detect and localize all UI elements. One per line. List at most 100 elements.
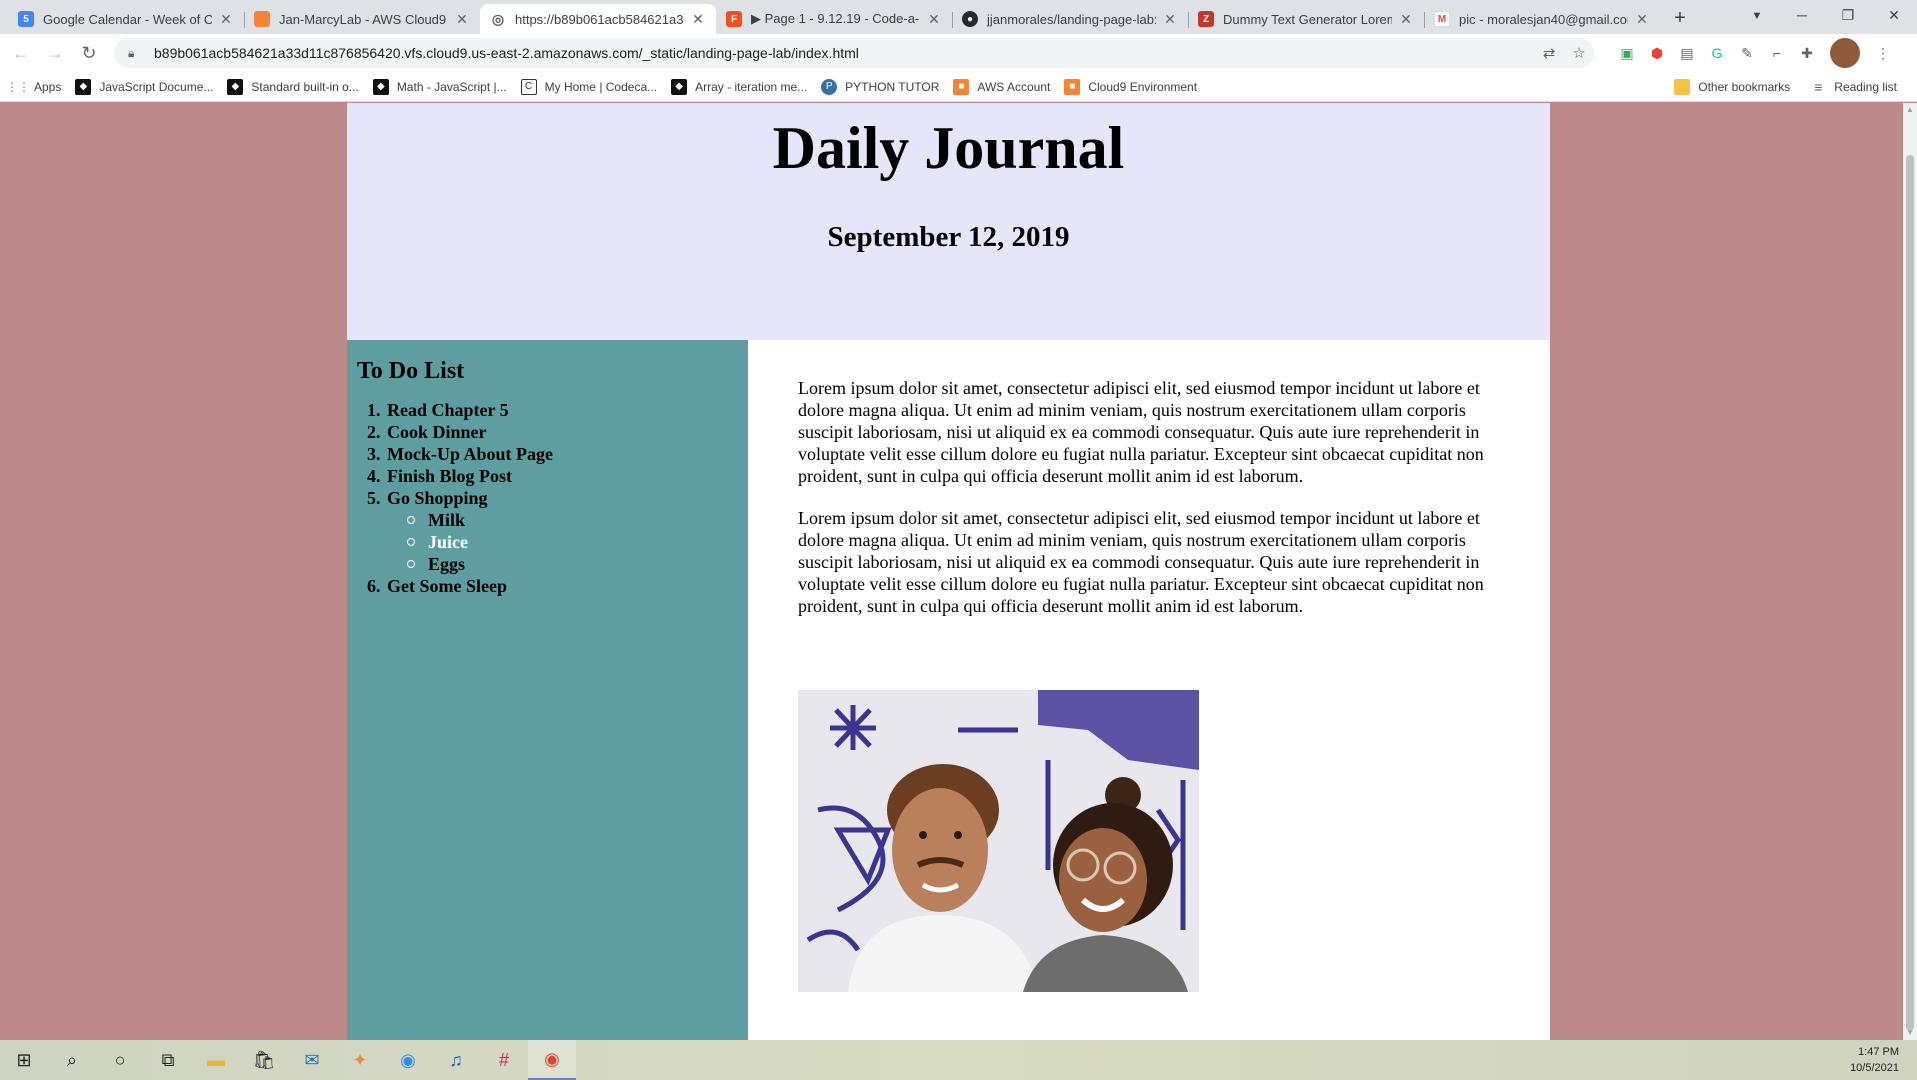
search-icon[interactable]: ⌕ bbox=[48, 1040, 96, 1080]
bookmark-item[interactable]: ◆ JavaScript Docume... bbox=[75, 78, 214, 95]
window-controls: ─ ❐ ✕ bbox=[1779, 0, 1917, 30]
mdn-icon: ◆ bbox=[227, 78, 244, 95]
bookmark-item[interactable]: C My Home | Codeca... bbox=[520, 78, 658, 95]
figma-icon: F bbox=[726, 11, 742, 27]
close-icon[interactable]: ✕ bbox=[454, 11, 470, 28]
page-title: Daily Journal bbox=[772, 115, 1125, 181]
page-scrollbar[interactable]: ▲ ▼ bbox=[1903, 103, 1917, 1040]
lorem-icon: Z bbox=[1198, 11, 1214, 27]
tab-google-calendar[interactable]: 5 Google Calendar - Week of Octo ✕ bbox=[8, 4, 244, 34]
reading-list[interactable]: ≡ Reading list bbox=[1810, 79, 1897, 95]
tab-title: ▶ Page 1 - 9.12.19 - Code-a-lon bbox=[751, 11, 920, 26]
close-window-button[interactable]: ✕ bbox=[1871, 0, 1917, 30]
todo-number: 4. bbox=[367, 466, 381, 486]
bookmark-label: My Home | Codeca... bbox=[544, 79, 658, 94]
mdn-icon: ◆ bbox=[372, 78, 389, 95]
tab-landing-page[interactable]: ◎ https://b89b061acb584621a33d ✕ bbox=[480, 4, 716, 34]
store-icon[interactable]: 🛍︎ bbox=[240, 1040, 288, 1080]
tab-aws-cloud9[interactable]: Jan-MarcyLab - AWS Cloud9 ✕ bbox=[244, 4, 480, 34]
bookmark-label: JavaScript Docume... bbox=[99, 79, 214, 94]
todo-label: Get Some Sleep bbox=[387, 576, 507, 596]
puzzle-icon[interactable]: ✚ bbox=[1792, 38, 1822, 68]
page-header: Daily Journal September 12, 2019 bbox=[347, 103, 1550, 340]
app-icon[interactable]: ♫ bbox=[432, 1040, 480, 1080]
todo-heading: To Do List bbox=[357, 358, 465, 384]
reload-button[interactable]: ↻ bbox=[74, 38, 104, 68]
clock-time: 1:47 PM bbox=[1858, 1046, 1899, 1058]
system-clock[interactable]: 1:47 PM 10/5/2021 bbox=[1850, 1044, 1899, 1076]
cortana-icon[interactable]: ○ bbox=[96, 1040, 144, 1080]
tab-title: jjanmorales/landing-page-lab: L bbox=[987, 11, 1156, 27]
todo-label: Finish Blog Post bbox=[387, 466, 513, 486]
new-tab-button[interactable]: + bbox=[1666, 4, 1694, 32]
scroll-down-icon[interactable]: ▼ bbox=[1903, 1026, 1917, 1040]
tab-github[interactable]: ● jjanmorales/landing-page-lab: L ✕ bbox=[952, 4, 1188, 34]
forward-button[interactable]: → bbox=[40, 38, 70, 68]
tab-strip: 5 Google Calendar - Week of Octo ✕ Jan-M… bbox=[0, 0, 1917, 34]
bookmark-item[interactable]: ◆ Standard built-in o... bbox=[227, 78, 359, 95]
adblock-icon[interactable]: ⬢ bbox=[1642, 38, 1672, 68]
close-icon[interactable]: ✕ bbox=[218, 11, 234, 28]
mail-icon[interactable]: ✉ bbox=[288, 1040, 336, 1080]
other-bookmarks[interactable]: ■ Other bookmarks bbox=[1674, 79, 1790, 95]
journal-paragraph: Lorem ipsum dolor sit amet, consectetur … bbox=[798, 378, 1484, 486]
close-icon[interactable]: ✕ bbox=[926, 11, 942, 28]
bookmark-star-icon[interactable]: ☆ bbox=[1564, 44, 1594, 62]
github-icon: ● bbox=[962, 11, 978, 27]
eyedropper-icon[interactable]: ✎ bbox=[1732, 38, 1762, 68]
bookmark-label: AWS Account bbox=[977, 79, 1051, 94]
todo-number: 5. bbox=[367, 488, 381, 508]
tab-lorem-generator[interactable]: Z Dummy Text Generator Lorem Ip ✕ bbox=[1188, 4, 1424, 34]
page-date: September 12, 2019 bbox=[827, 221, 1070, 253]
close-icon[interactable]: ✕ bbox=[1398, 11, 1414, 28]
bookmark-item[interactable]: ◆ Math - JavaScript |... bbox=[372, 78, 507, 95]
extension-icon[interactable]: ▤ bbox=[1672, 38, 1702, 68]
address-bar[interactable]: 🔒︎ b89b061acb584621a33d11c876856420.vfs.… bbox=[114, 38, 1594, 68]
start-icon[interactable]: ⊞ bbox=[0, 1040, 48, 1080]
mdn-icon: ◆ bbox=[75, 78, 92, 95]
lock-icon[interactable]: 🔒︎ bbox=[128, 46, 142, 61]
menu-icon[interactable]: ⋮ bbox=[1868, 38, 1898, 68]
task-view-icon[interactable]: ⧉ bbox=[144, 1040, 192, 1080]
back-button[interactable]: ← bbox=[6, 38, 36, 68]
bookmark-apps[interactable]: ⋮⋮ Apps bbox=[6, 79, 62, 95]
profile-avatar[interactable] bbox=[1830, 38, 1860, 68]
tab-search-icon[interactable]: ▼ bbox=[1747, 6, 1767, 26]
shopping-item: Milk bbox=[407, 509, 468, 531]
close-icon[interactable]: ✕ bbox=[690, 11, 706, 28]
bookmark-label: Apps bbox=[34, 79, 62, 94]
bookmark-item[interactable]: ◆ Array - iteration me... bbox=[671, 78, 807, 95]
restore-button[interactable]: ❐ bbox=[1825, 0, 1871, 30]
bookmark-label: Reading list bbox=[1834, 80, 1897, 94]
bookmark-item[interactable]: ■ Cloud9 Environment bbox=[1064, 78, 1197, 95]
grammarly-icon[interactable]: G bbox=[1702, 38, 1732, 68]
bookmark-item[interactable]: ■ AWS Account bbox=[953, 78, 1051, 95]
chrome-icon[interactable]: ◉ bbox=[528, 1040, 576, 1080]
slack-icon[interactable]: # bbox=[480, 1040, 528, 1080]
app-icon[interactable]: ✦ bbox=[336, 1040, 384, 1080]
bookmark-item[interactable]: P PYTHON TUTOR bbox=[821, 78, 940, 95]
shopping-label: Eggs bbox=[428, 554, 466, 574]
translate-icon[interactable]: ⇄ bbox=[1534, 44, 1564, 62]
close-icon[interactable]: ✕ bbox=[1634, 11, 1650, 28]
page-viewport: Daily Journal September 12, 2019 To Do L… bbox=[0, 103, 1903, 1040]
tab-gmail[interactable]: M pic - moralesjan40@gmail.com ✕ bbox=[1424, 4, 1660, 34]
extension-icon[interactable]: ▣ bbox=[1612, 38, 1642, 68]
codecademy-icon: C bbox=[520, 78, 537, 95]
minimize-button[interactable]: ─ bbox=[1779, 0, 1825, 30]
zoom-icon[interactable]: ◉ bbox=[384, 1040, 432, 1080]
tab-title: pic - moralesjan40@gmail.com bbox=[1459, 11, 1628, 27]
tab-title: Jan-MarcyLab - AWS Cloud9 bbox=[279, 11, 447, 27]
url-text[interactable]: b89b061acb584621a33d11c876856420.vfs.clo… bbox=[154, 45, 1534, 61]
bookmark-label: PYTHON TUTOR bbox=[845, 79, 940, 94]
file-explorer-icon[interactable]: ▬ bbox=[192, 1040, 240, 1080]
todo-number: 2. bbox=[367, 422, 381, 442]
circle-bullet-icon bbox=[407, 560, 415, 568]
scrollbar-thumb[interactable] bbox=[1906, 155, 1914, 1031]
close-icon[interactable]: ✕ bbox=[1162, 11, 1178, 28]
extension-icon[interactable]: ⌐ bbox=[1762, 38, 1792, 68]
tab-figma[interactable]: F ▶ Page 1 - 9.12.19 - Code-a-lon ✕ bbox=[716, 4, 952, 34]
mdn-icon: ◆ bbox=[671, 78, 688, 95]
scroll-up-icon[interactable]: ▲ bbox=[1903, 103, 1917, 117]
journal-content: Lorem ipsum dolor sit amet, consectetur … bbox=[798, 377, 1518, 637]
